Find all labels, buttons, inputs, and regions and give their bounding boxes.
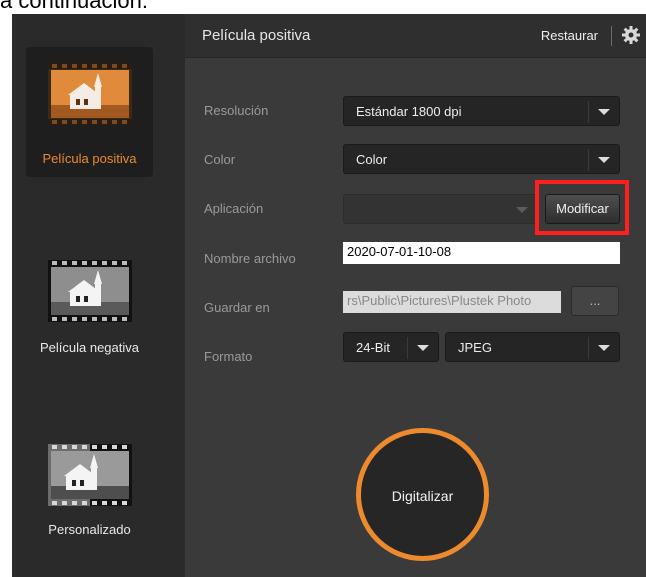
gear-icon[interactable]	[621, 25, 641, 45]
sidebar-item-custom[interactable]: Personalizado	[26, 432, 153, 562]
panel-header: Película positiva Restaurar	[185, 14, 646, 58]
bit-depth-select[interactable]: 24-Bit	[343, 332, 439, 362]
sidebar: Película positiva Película negativa Pers…	[12, 14, 185, 577]
sidebar-item-label: Personalizado	[48, 522, 131, 537]
chevron-down-icon	[588, 149, 619, 171]
save-path-field[interactable]: rs\Public\Pictures\Plustek Photo	[343, 291, 561, 313]
scanner-window: Película positiva Película negativa Pers…	[12, 14, 646, 577]
format-label: Formato	[204, 349, 253, 364]
bit-depth-value: 24-Bit	[356, 340, 390, 355]
file-type-select[interactable]: JPEG	[445, 332, 620, 362]
positive-film-icon	[48, 63, 132, 125]
color-value: Color	[356, 152, 388, 167]
filename-label: Nombre archivo	[204, 251, 296, 266]
sidebar-item-positive-film[interactable]: Película positiva	[26, 47, 153, 177]
chevron-down-icon	[588, 101, 619, 123]
custom-film-icon	[48, 444, 132, 506]
chevron-down-icon	[507, 199, 537, 221]
browse-button[interactable]: ...	[571, 286, 619, 316]
sidebar-item-label: Película positiva	[42, 151, 137, 166]
negative-film-icon	[48, 260, 132, 322]
resolution-label: Resolución	[204, 103, 269, 118]
application-label: Aplicación	[204, 201, 264, 216]
color-label: Color	[204, 152, 236, 167]
chevron-down-icon	[588, 337, 619, 359]
page-title: Película positiva	[202, 27, 311, 44]
chevron-down-icon	[407, 337, 438, 359]
file-type-value: JPEG	[458, 340, 492, 355]
application-select[interactable]	[343, 194, 538, 224]
filename-field[interactable]: 2020-07-01-10-08	[343, 242, 620, 264]
sidebar-item-negative-film[interactable]: Película negativa	[26, 244, 153, 374]
save-in-label: Guardar en	[204, 300, 270, 315]
highlight-box	[535, 180, 629, 235]
resolution-select[interactable]: Estándar 1800 dpi	[343, 96, 620, 126]
scan-button[interactable]: Digitalizar	[356, 428, 489, 561]
restore-button[interactable]: Restaurar	[541, 28, 598, 43]
header-divider	[611, 26, 612, 46]
sidebar-item-label: Película negativa	[39, 340, 139, 355]
resolution-value: Estándar 1800 dpi	[356, 104, 462, 119]
color-select[interactable]: Color	[343, 144, 620, 174]
caption-text: a continuación:	[0, 0, 148, 13]
scan-button-label: Digitalizar	[391, 488, 454, 504]
